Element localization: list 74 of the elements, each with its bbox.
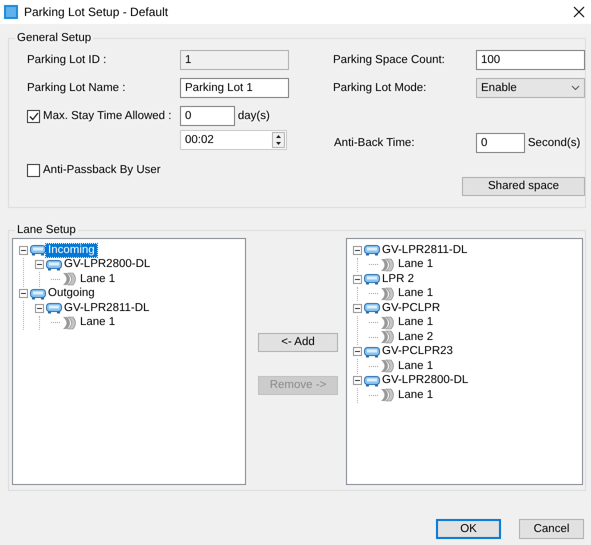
tree-item[interactable]: GV-LPR2800-DL <box>62 258 152 272</box>
expand-toggle[interactable] <box>35 260 44 270</box>
check-icon <box>28 112 38 120</box>
checkbox-label: Anti-Passback By User <box>43 163 161 178</box>
vehicle-icon <box>30 244 46 256</box>
expand-toggle[interactable] <box>19 246 28 255</box>
vehicle-icon <box>364 244 380 256</box>
expand-toggle[interactable] <box>353 376 362 386</box>
expand-toggle[interactable] <box>353 246 362 255</box>
dropdown-value: Enable <box>481 81 518 96</box>
tree-item[interactable]: Lane 1 <box>396 316 436 330</box>
expand-toggle[interactable] <box>353 274 362 284</box>
lane-icon <box>380 316 396 330</box>
cancel-button[interactable]: Cancel <box>519 519 584 539</box>
mode-dropdown[interactable]: Enable <box>476 78 585 98</box>
close-icon[interactable] <box>573 6 585 18</box>
tree-item[interactable]: GV-PCLPR23 <box>380 345 455 358</box>
lane-icon <box>62 272 78 286</box>
tree-item[interactable]: LPR 2 <box>380 272 416 286</box>
tree-item[interactable]: Incoming <box>46 244 97 257</box>
field-label: Parking Lot Mode: <box>333 81 428 96</box>
field-label: Parking Lot Name : <box>27 81 126 96</box>
vehicle-icon <box>30 288 46 300</box>
time-spinner[interactable]: 00:02 <box>180 130 287 150</box>
add-button[interactable]: <- Add <box>258 333 338 352</box>
checkbox-label: Max. Stay Time Allowed : <box>43 109 172 124</box>
field-label: Parking Space Count: <box>333 53 446 68</box>
expand-toggle[interactable] <box>19 289 28 298</box>
caret-icon <box>571 85 580 91</box>
vehicle-icon <box>364 273 380 286</box>
tree-item[interactable]: Lane 2 <box>396 330 436 344</box>
lane-icon <box>62 316 78 330</box>
vehicle-icon <box>46 302 62 314</box>
field-label: Parking Lot ID : <box>27 53 108 68</box>
group-title: Lane Setup <box>15 223 78 237</box>
anti-back-field[interactable]: 0 <box>476 133 525 153</box>
window-title: Parking Lot Setup - Default <box>24 4 170 21</box>
time-value: 00:02 <box>185 133 215 148</box>
tree-item[interactable]: Lane 1 <box>78 316 118 330</box>
spin-arrows-icon[interactable] <box>272 132 285 148</box>
tree-item[interactable]: Lane 1 <box>396 258 436 272</box>
tree-item[interactable]: Lane 1 <box>396 287 436 300</box>
tree-item[interactable]: GV-LPR2800-DL <box>380 374 470 388</box>
vehicle-icon <box>364 374 380 387</box>
tree-item[interactable]: Lane 1 <box>396 388 436 402</box>
lane-icon <box>380 258 396 272</box>
tree-item[interactable]: Lane 1 <box>396 360 436 373</box>
expand-toggle[interactable] <box>35 304 44 313</box>
field-label: Anti-Back Time: <box>333 136 416 151</box>
expand-toggle[interactable] <box>353 347 362 356</box>
tree-item[interactable]: Outgoing <box>46 287 97 300</box>
tree-item[interactable]: GV-LPR2811-DL <box>380 244 470 257</box>
vehicle-icon <box>46 258 62 271</box>
unit-label: day(s) <box>238 109 270 124</box>
shared-space-button[interactable]: Shared space <box>462 177 585 196</box>
expand-toggle[interactable] <box>353 304 362 313</box>
name-field[interactable]: Parking Lot 1 <box>180 78 289 98</box>
lane-icon <box>380 286 396 301</box>
checkbox[interactable] <box>27 110 40 122</box>
vehicle-icon <box>364 302 380 314</box>
tree-item[interactable]: GV-LPR2811-DL <box>62 302 152 315</box>
lane-icon <box>380 330 396 344</box>
days-field[interactable]: 0 <box>180 106 235 126</box>
unit-label: Second(s) <box>528 136 580 151</box>
checkbox[interactable] <box>27 164 40 176</box>
lane-icon <box>380 359 396 374</box>
app-icon <box>4 5 18 19</box>
lane-icon <box>380 388 396 402</box>
ok-button[interactable]: OK <box>436 519 501 539</box>
tree-item[interactable]: Lane 1 <box>78 272 118 286</box>
count-field[interactable]: 100 <box>476 50 585 70</box>
vehicle-icon <box>364 346 380 358</box>
tree-item[interactable]: GV-PCLPR <box>380 302 442 315</box>
group-title: General Setup <box>15 31 94 45</box>
